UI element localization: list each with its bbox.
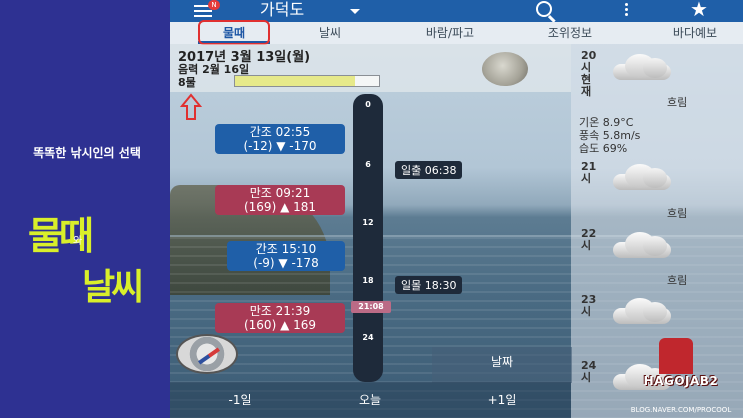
weather-humidity: 습도 69% <box>579 142 628 155</box>
tide-phase: 8물 <box>178 76 196 89</box>
tide-event-low: 간조 02:55 (-12) ▼ -170 <box>215 124 345 154</box>
notification-badge: N <box>208 0 220 10</box>
tide-event-time: 간조 15:10 <box>255 242 317 256</box>
tab-highlight-outline <box>198 20 270 45</box>
arrow-up-icon <box>180 93 202 120</box>
date-info-panel: 2017년 3월 13일(월) 음력 2월 16일 8물 <box>170 44 571 92</box>
tide-event-height: (-9) ▼ -178 <box>253 256 319 270</box>
cloud-icon <box>613 230 673 260</box>
location-title[interactable]: 가덕도 <box>260 0 304 20</box>
next-day-button[interactable]: +1일 <box>442 382 562 418</box>
weather-hour: 24 시 <box>581 359 597 384</box>
sunrise-time: 일출 06:38 <box>395 161 463 179</box>
tide-phase-fill <box>235 76 355 86</box>
promo-word-and: 와 <box>73 236 83 247</box>
chevron-down-icon[interactable] <box>350 9 360 14</box>
app-toolbar: N 가덕도 ★ <box>170 0 743 22</box>
tide-event-time: 만조 21:39 <box>249 304 311 318</box>
more-vert-icon[interactable] <box>625 3 629 18</box>
date-picker-button[interactable]: 날짜 <box>432 347 572 383</box>
day-navigation-bar: -1일 오늘 +1일 <box>170 382 571 418</box>
tide-event-high: 만조 21:39 (160) ▲ 169 <box>215 303 345 333</box>
weather-condition: 흐림 <box>667 207 688 220</box>
watermark-url: BLOG.NAVER.COM/PROCOOL <box>630 406 732 414</box>
blog-watermark: HAGOJAB2 BLOG.NAVER.COM/PROCOOL <box>619 330 743 418</box>
weather-condition: 흐림 <box>667 96 688 109</box>
timeline-tick: 6 <box>365 160 371 169</box>
cloud-icon <box>613 162 673 192</box>
compass-icon <box>176 334 238 374</box>
promo-panel: 똑똑한 낚시인의 선택 물때 와 날씨 <box>0 0 170 418</box>
weather-condition: 흐림 <box>667 274 688 287</box>
tide-event-height: (-12) ▼ -170 <box>243 139 317 153</box>
tab-wind-wave[interactable]: 바람/파고 <box>405 22 495 44</box>
promo-title: 똑똑한 낚시인의 선택 <box>33 146 141 160</box>
weather-hour: 21 시 <box>581 160 597 185</box>
timeline-tick: 0 <box>365 100 371 109</box>
tide-phase-bar <box>234 75 380 87</box>
moon-icon <box>482 52 528 86</box>
weather-hour-now: 20 시 현 재 <box>581 49 597 98</box>
star-icon[interactable]: ★ <box>690 0 708 21</box>
tide-app: N 가덕도 ★ 물때 날씨 바람/파고 조위정보 바다예보 2017년 3월 1… <box>170 0 743 418</box>
search-icon[interactable] <box>536 1 552 17</box>
watermark-brand: HAGOJAB2 <box>643 374 719 388</box>
tide-event-time: 간조 02:55 <box>249 125 311 139</box>
timeline-tick: 18 <box>362 276 374 285</box>
tide-event-height: (169) ▲ 181 <box>243 200 317 214</box>
tide-event-low: 간조 15:10 (-9) ▼ -178 <box>227 241 345 271</box>
day-timeline[interactable]: 0 6 12 18 24 <box>353 94 383 382</box>
current-time-marker: 21:08 <box>351 301 391 313</box>
tide-event-time: 만조 09:21 <box>249 186 311 200</box>
weather-hour: 23 시 <box>581 293 597 318</box>
tide-event-height: (160) ▲ 169 <box>243 318 317 332</box>
tab-weather[interactable]: 날씨 <box>290 22 370 44</box>
cloud-icon <box>613 52 673 82</box>
timeline-tick: 24 <box>362 333 374 342</box>
tab-sea-forecast[interactable]: 바다예보 <box>650 22 740 44</box>
tab-tide-info[interactable]: 조위정보 <box>530 22 610 44</box>
sunset-time: 일몰 18:30 <box>395 276 463 294</box>
timeline-tick: 12 <box>362 218 374 227</box>
promo-word-weather: 날씨 <box>82 267 144 308</box>
tide-event-high: 만조 09:21 (169) ▲ 181 <box>215 185 345 215</box>
weather-hour: 22 시 <box>581 227 597 252</box>
mascot-icon <box>659 338 693 374</box>
today-button[interactable]: 오늘 <box>310 382 430 418</box>
previous-day-button[interactable]: -1일 <box>180 382 300 418</box>
cloud-icon <box>613 296 673 326</box>
